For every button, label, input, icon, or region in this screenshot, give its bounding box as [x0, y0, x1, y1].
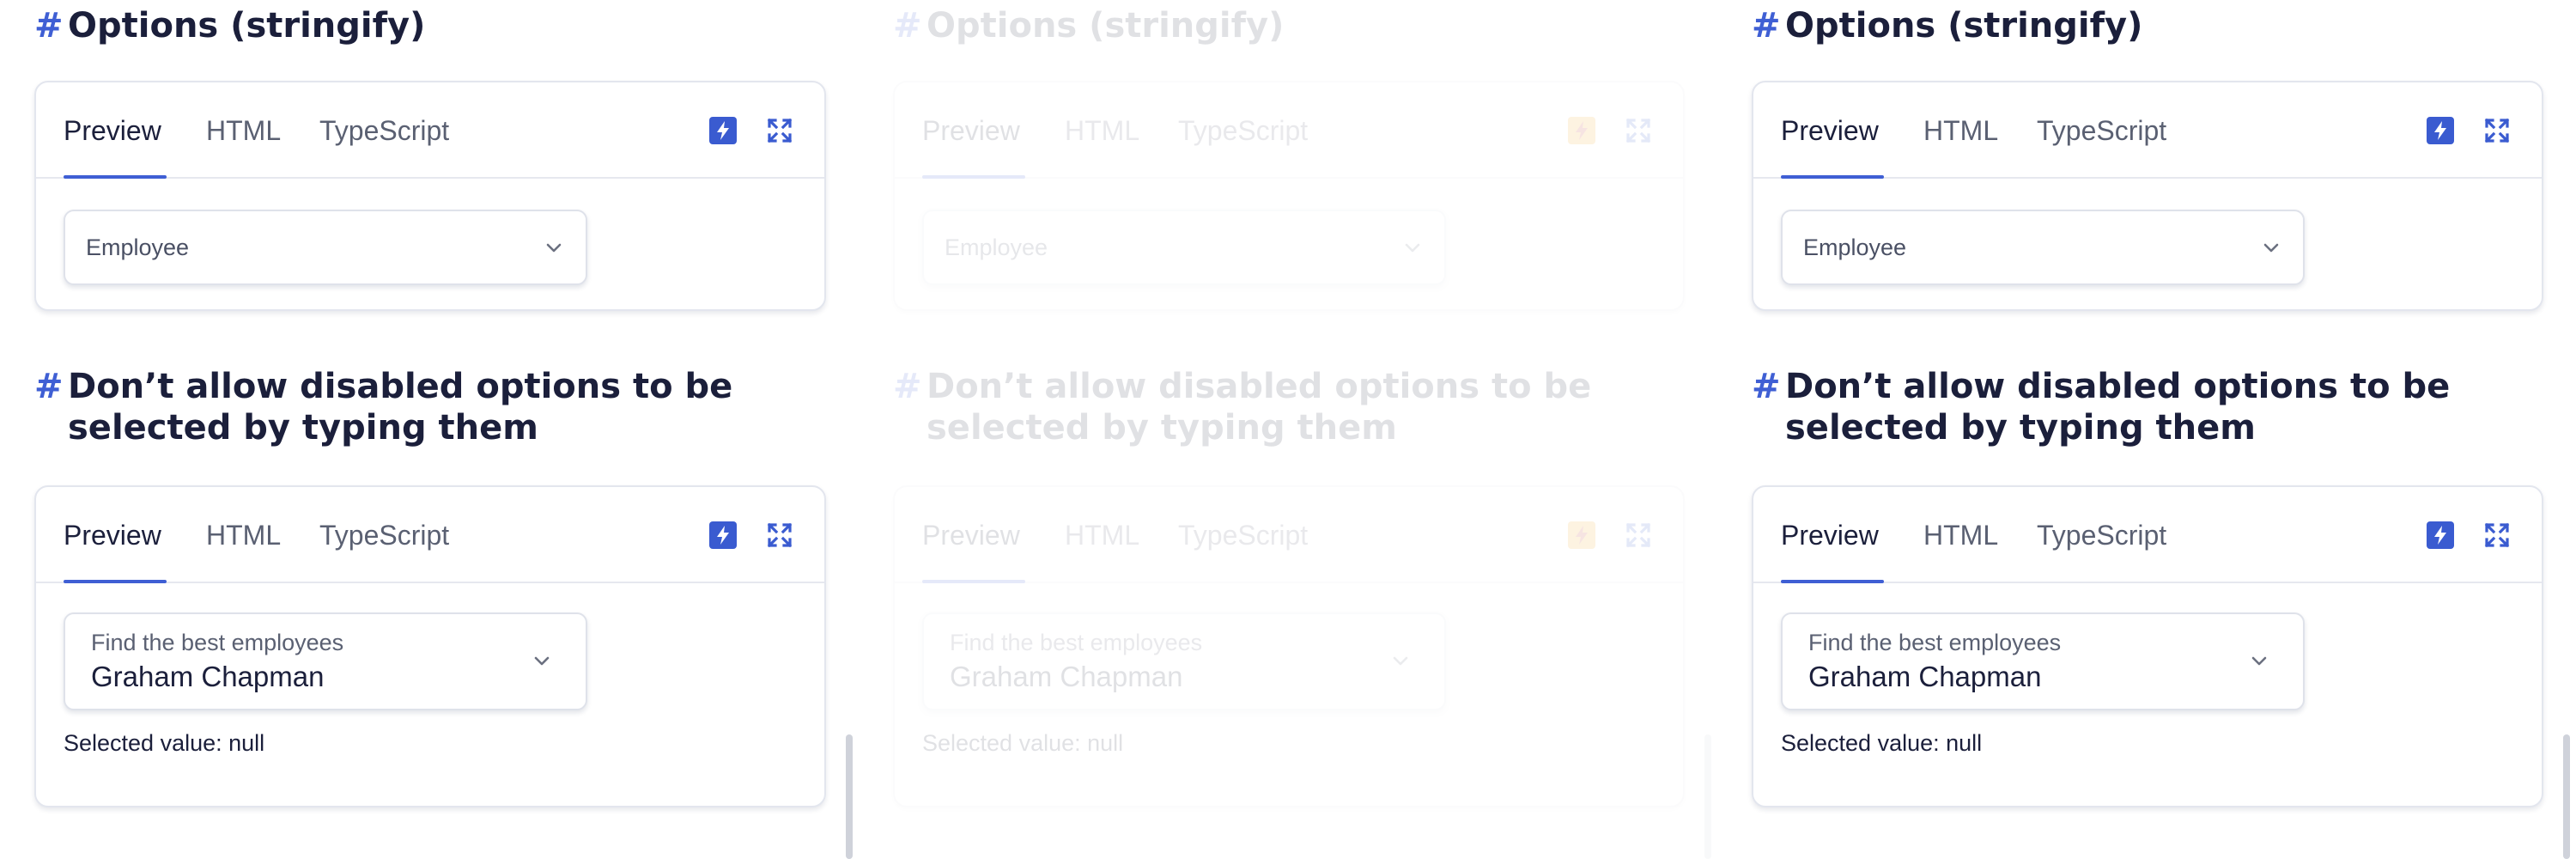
chevron-down-icon[interactable]	[2258, 235, 2284, 261]
tab-html[interactable]: HTML	[1065, 518, 1139, 552]
section-title: Don’t allow disabled options to be selec…	[927, 367, 1592, 448]
select-label: Find the best employees	[950, 630, 1203, 655]
active-tab-indicator	[1781, 580, 1884, 583]
tab-preview[interactable]: Preview	[1781, 113, 1879, 148]
doc-panel-left: # Options (stringify) Preview HTML TypeS…	[0, 0, 859, 859]
section-title: Don’t allow disabled options to be selec…	[68, 367, 733, 448]
chevron-down-icon[interactable]	[541, 235, 567, 261]
expand-icon[interactable]	[766, 117, 793, 144]
scrollbar[interactable]	[1704, 734, 1711, 859]
chevron-down-icon[interactable]	[2246, 649, 2272, 674]
section-title: Options (stringify)	[927, 6, 1285, 46]
anchor-hash-link[interactable]: #	[893, 366, 922, 407]
tab-typescript[interactable]: TypeScript	[2037, 518, 2166, 552]
tab-html[interactable]: HTML	[206, 518, 281, 552]
example-card: Preview HTML TypeScript Find the best em…	[1752, 485, 2543, 807]
active-tab-indicator	[64, 175, 167, 179]
anchor-hash-link[interactable]: #	[1752, 366, 1781, 407]
example-card: Preview HTML TypeScript Employee	[1752, 81, 2543, 311]
tab-preview[interactable]: Preview	[922, 518, 1020, 552]
selected-value-text: Selected value: null	[922, 730, 1124, 756]
doc-panel-right: # Options (stringify) Preview HTML TypeS…	[1717, 0, 2576, 859]
example-tabbar: Preview HTML TypeScript	[1753, 82, 2542, 179]
section-title: Don’t allow disabled options to be selec…	[1785, 367, 2451, 448]
scrollbar[interactable]	[846, 734, 853, 859]
scrollbar[interactable]	[2563, 734, 2570, 859]
tab-html[interactable]: HTML	[1923, 518, 1998, 552]
select-value: Graham Chapman	[950, 661, 1183, 692]
example-tabbar: Preview HTML TypeScript	[895, 82, 1683, 179]
active-tab-indicator	[922, 175, 1025, 179]
expand-icon[interactable]	[1625, 521, 1652, 549]
tab-html[interactable]: HTML	[206, 113, 281, 148]
select-placeholder: Employee	[945, 235, 1048, 260]
anchor-hash-link[interactable]: #	[34, 366, 64, 407]
select-label: Find the best employees	[91, 630, 344, 655]
chevron-down-icon[interactable]	[529, 649, 555, 674]
doc-panel-middle-faded: # Options (stringify) Preview HTML TypeS…	[859, 0, 1717, 859]
select-placeholder: Employee	[1803, 235, 1907, 260]
example-tabbar: Preview HTML TypeScript	[895, 487, 1683, 583]
section-heading-options-stringify: # Options (stringify)	[1752, 5, 2524, 46]
tab-preview[interactable]: Preview	[64, 518, 161, 552]
example-card: Preview HTML TypeScript Find the best em…	[34, 485, 826, 807]
tab-preview[interactable]: Preview	[64, 113, 161, 148]
lightning-bolt-icon[interactable]	[2427, 117, 2454, 144]
select-placeholder: Employee	[86, 235, 190, 260]
select-value: Graham Chapman	[91, 661, 325, 692]
chevron-down-icon[interactable]	[1388, 649, 1413, 674]
section-title: Options (stringify)	[68, 6, 426, 46]
employee-combobox[interactable]: Find the best employees Graham Chapman	[1781, 612, 2305, 710]
lightning-bolt-icon[interactable]	[2427, 521, 2454, 549]
expand-icon[interactable]	[2483, 521, 2511, 549]
example-card: Preview HTML TypeScript Find the best em…	[893, 485, 1685, 807]
lightning-bolt-icon[interactable]	[709, 117, 737, 144]
tab-typescript[interactable]: TypeScript	[319, 518, 449, 552]
section-title: Options (stringify)	[1785, 6, 2143, 46]
tab-typescript[interactable]: TypeScript	[319, 113, 449, 148]
expand-icon[interactable]	[2483, 117, 2511, 144]
select-label: Find the best employees	[1808, 630, 2062, 655]
expand-icon[interactable]	[1625, 117, 1652, 144]
lightning-bolt-icon[interactable]	[1568, 521, 1595, 549]
example-tabbar: Preview HTML TypeScript	[36, 487, 824, 583]
anchor-hash-link[interactable]: #	[893, 5, 922, 46]
anchor-hash-link[interactable]: #	[1752, 5, 1781, 46]
employee-combobox[interactable]: Find the best employees Graham Chapman	[64, 612, 587, 710]
example-card: Preview HTML TypeScript Employee	[893, 81, 1685, 311]
example-tabbar: Preview HTML TypeScript	[36, 82, 824, 179]
expand-icon[interactable]	[766, 521, 793, 549]
chevron-down-icon[interactable]	[1400, 235, 1425, 261]
anchor-hash-link[interactable]: #	[34, 5, 64, 46]
example-tabbar: Preview HTML TypeScript	[1753, 487, 2542, 583]
active-tab-indicator	[64, 580, 167, 583]
section-heading-disabled-options: # Don’t allow disabled options to be sel…	[34, 366, 807, 448]
active-tab-indicator	[1781, 175, 1884, 179]
tab-typescript[interactable]: TypeScript	[2037, 113, 2166, 148]
employee-select[interactable]: Employee	[1781, 210, 2305, 285]
tab-typescript[interactable]: TypeScript	[1178, 113, 1308, 148]
employee-select[interactable]: Employee	[64, 210, 587, 285]
tab-html[interactable]: HTML	[1065, 113, 1139, 148]
active-tab-indicator	[922, 580, 1025, 583]
select-value: Graham Chapman	[1808, 661, 2042, 692]
employee-combobox[interactable]: Find the best employees Graham Chapman	[922, 612, 1446, 710]
section-heading-disabled-options: # Don’t allow disabled options to be sel…	[1752, 366, 2524, 448]
example-card: Preview HTML TypeScript Employee	[34, 81, 826, 311]
section-heading-options-stringify: # Options (stringify)	[34, 5, 807, 46]
selected-value-text: Selected value: null	[1781, 730, 1983, 756]
lightning-bolt-icon[interactable]	[1568, 117, 1595, 144]
selected-value-text: Selected value: null	[64, 730, 265, 756]
lightning-bolt-icon[interactable]	[709, 521, 737, 549]
tab-typescript[interactable]: TypeScript	[1178, 518, 1308, 552]
section-heading-disabled-options: # Don’t allow disabled options to be sel…	[893, 366, 1666, 448]
employee-select[interactable]: Employee	[922, 210, 1446, 285]
tab-preview[interactable]: Preview	[1781, 518, 1879, 552]
tab-preview[interactable]: Preview	[922, 113, 1020, 148]
section-heading-options-stringify: # Options (stringify)	[893, 5, 1666, 46]
tab-html[interactable]: HTML	[1923, 113, 1998, 148]
